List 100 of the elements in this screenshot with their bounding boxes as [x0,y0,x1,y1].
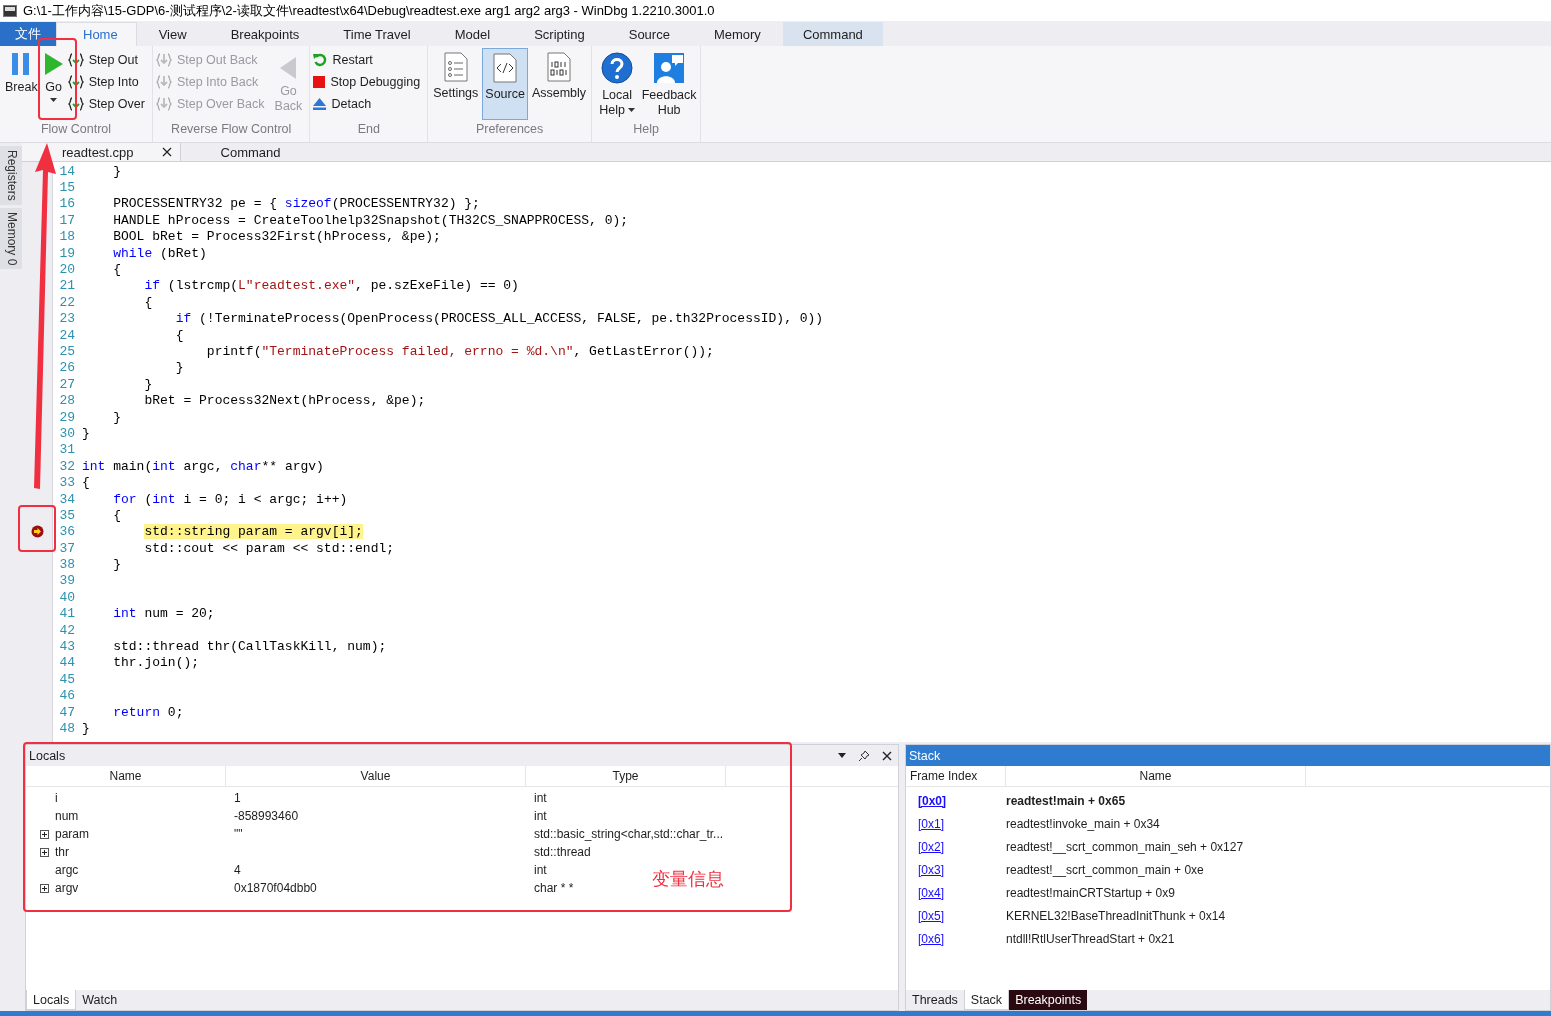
ribbon-button[interactable]: Detach [313,94,425,114]
expand-icon[interactable] [40,847,49,857]
column-header[interactable]: Frame Index [906,766,1006,786]
document-tab[interactable]: readtest.cpp [22,143,181,161]
table-cell: std::thread [534,845,591,859]
line-number: 25 [58,344,76,359]
frame-link[interactable]: [0x3] [918,862,944,877]
group-label: Reverse Flow Control [170,122,293,138]
code-line: std::thread thr(CallTaskKill, num); [112,639,387,654]
table-cell: argc [55,863,79,877]
code-line: int num = 20; [112,606,215,622]
close-icon[interactable] [161,147,172,157]
ribbon-tab[interactable]: Breakpoints [208,22,322,46]
table-cell: std::basic_string<char,std::char_tr... [534,827,724,841]
group-label: Help [632,122,660,138]
stop-icon [313,76,326,88]
code-line: { [112,507,122,523]
line-number: 19 [58,245,76,261]
ribbon-button[interactable]: Settings [431,48,481,120]
ribbon-button[interactable]: Stop Debugging [313,72,425,92]
frame-link[interactable]: [0x0] [918,793,946,808]
side-tab[interactable]: Memory 0 [0,207,22,270]
step-over-icon [155,96,172,112]
table-cell: param [55,827,89,841]
side-tab[interactable]: Registers [0,146,22,205]
line-number: 42 [58,622,76,638]
ribbon-button[interactable]: Local Help [595,48,640,120]
step-over-icon [67,96,84,112]
code-line: if (!TerminateProcess(OpenProcess(PROCESS_ALL_ACCESS, FALSE, pe.th32ProcessID), 0)) [174,311,824,327]
frame-link[interactable]: [0x5] [918,908,944,923]
code-line: thr.join(); [112,655,200,671]
pane-tab[interactable]: Breakpoints [1009,990,1088,1010]
frame-link[interactable]: [0x1] [918,816,944,831]
line-number: 34 [58,491,76,507]
expand-icon[interactable] [40,829,49,839]
close-icon[interactable] [882,750,892,761]
column-header[interactable]: Type [526,766,726,786]
ribbon-tab[interactable]: Model [432,22,513,46]
ribbon-button[interactable]: Step Into [67,72,149,92]
ribbon-tab[interactable]: Scripting [512,22,607,46]
code-line: BOOL bRet = Process32First(hProcess, &pe); [112,229,441,245]
line-number: 17 [58,212,76,228]
line-number: 22 [58,294,76,310]
ribbon-tab[interactable]: Source [606,22,692,46]
ribbon-button[interactable]: Step Out [67,50,149,70]
back-arrow-icon [279,56,298,80]
document-tab[interactable]: Command [180,143,289,161]
step-out-icon [67,52,84,68]
line-number: 36 [58,524,76,540]
ribbon-tab[interactable]: Memory [691,22,783,46]
line-number: 20 [58,262,76,278]
table-cell: char * * [534,881,574,895]
ribbon-button[interactable]: Assembly [529,48,589,120]
table-cell: -858993460 [234,809,299,823]
column-header[interactable]: Name [26,766,226,786]
table-cell: "" [234,827,243,841]
frame-link[interactable]: [0x4] [918,885,944,900]
line-number: 33 [58,475,76,491]
ribbon-tab[interactable]: View [136,22,209,46]
column-header[interactable]: Name [1006,766,1306,786]
line-number: 27 [58,376,76,392]
code-line: { [174,327,184,343]
frame-link[interactable]: [0x2] [918,839,944,854]
table-cell: 4 [234,863,241,877]
annotation-label: 变量信息 [652,868,724,891]
expand-icon[interactable] [40,883,49,893]
line-number: 44 [58,655,76,671]
column-header[interactable]: Value [226,766,526,786]
line-number: 46 [58,688,76,704]
code-line: } [112,557,122,573]
frame-link[interactable]: [0x6] [918,931,944,946]
ribbon-button[interactable]: Go [41,48,66,120]
ribbon-button[interactable]: Restart [313,50,425,70]
table-cell: i [55,791,58,805]
pane-tab[interactable]: Threads [906,990,964,1010]
ribbon-button[interactable]: Step Over [67,94,149,114]
pane-tab[interactable]: Stack [963,990,1010,1010]
table-cell: readtest!mainCRTStartup + 0x9 [1006,885,1175,900]
pane-tab[interactable]: Watch [76,990,124,1010]
ribbon-tab[interactable]: Command [782,22,883,46]
annotation-frame [18,505,56,552]
pane-title: Locals [29,748,66,763]
code-line: std::cout << param << std::endl; [143,540,395,556]
code-line: printf("TerminateProcess failed, errno = %d.\n", GetLastError()); [205,344,714,359]
pin-icon[interactable] [858,749,870,762]
file-tab[interactable]: 文件 [0,22,56,46]
ribbon-button[interactable]: Feedback Hub [641,48,698,120]
code-line: } [82,720,90,736]
ribbon-tab[interactable]: Time Travel [321,22,433,46]
pane-tab[interactable]: Locals [26,990,77,1010]
ribbon-tab[interactable]: Home [56,22,137,46]
table-cell: argv [55,881,79,895]
ribbon-button[interactable]: Source [482,48,528,120]
code-line: } [112,409,122,425]
step-into-icon [67,74,84,90]
dropdown-icon[interactable] [838,753,846,758]
table-cell: int [534,809,547,823]
pane-title: Stack [909,748,941,763]
ribbon-button[interactable]: Break [3,48,40,120]
line-number: 48 [58,720,76,736]
